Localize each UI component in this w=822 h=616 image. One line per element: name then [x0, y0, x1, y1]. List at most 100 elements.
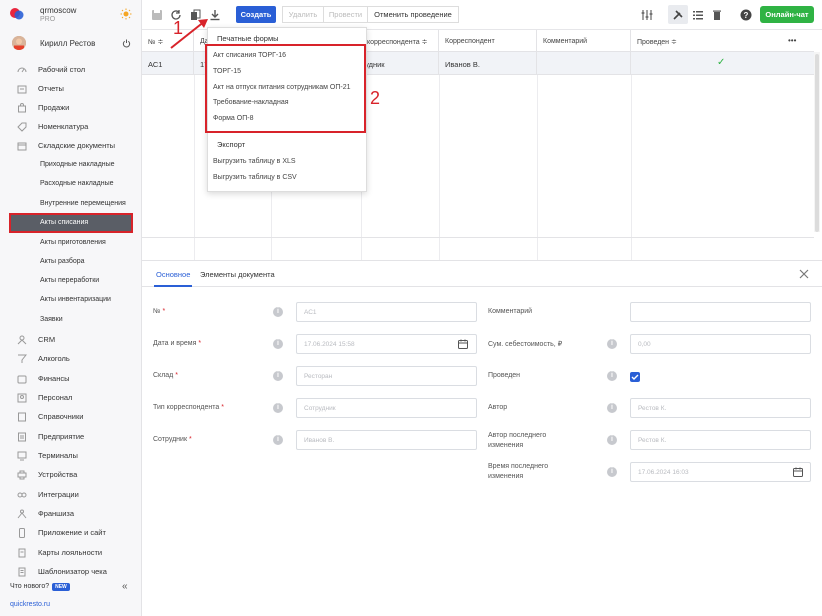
sidebar-subitem-receipts[interactable]: Приходные накладные [0, 157, 142, 175]
document-detail-panel: Основное Элементы документа № * i АС1 Да… [142, 260, 822, 616]
save-icon[interactable] [151, 9, 163, 21]
sidebar-item-nomenclature[interactable]: Номенклатура [0, 118, 142, 136]
field-last-modified-input[interactable]: 17.06.2024 16:03 [630, 462, 811, 482]
field-author-input[interactable]: Рестов К. [630, 398, 811, 418]
sidebar-subitem-label: Акты разбора [40, 258, 85, 265]
online-chat-button[interactable]: Онлайн-чат [760, 6, 814, 23]
sidebar-subitem-label: Акты списания [40, 219, 89, 226]
sun-icon[interactable] [120, 8, 132, 20]
sidebar-item-enterprise[interactable]: Предприятие [0, 428, 142, 446]
export-csv[interactable]: Выгрузить таблицу в CSV [213, 174, 297, 181]
required-marker: * [188, 436, 192, 443]
calendar-icon[interactable] [793, 467, 803, 477]
annotation-number-2: 2 [370, 88, 381, 108]
user-profile[interactable]: Кирилл Рестов [0, 35, 142, 53]
post-button[interactable]: Провести [323, 6, 368, 23]
sidebar-item-loyalty[interactable]: Карты лояльности [0, 544, 142, 562]
info-icon[interactable]: i [273, 403, 283, 413]
active-tab-indicator [154, 285, 192, 287]
column-settings-icon[interactable] [641, 9, 653, 21]
sidebar-subitem-label: Акты переработки [40, 277, 100, 284]
more-options-icon[interactable]: ••• [788, 36, 796, 45]
new-badge: NEW [52, 583, 70, 591]
sidebar-item-references[interactable]: Справочники [0, 408, 142, 426]
info-icon[interactable]: i [607, 371, 617, 381]
info-icon[interactable]: i [607, 467, 617, 477]
export-xls[interactable]: Выгрузить таблицу в XLS [213, 158, 296, 165]
required-marker: * [162, 308, 166, 315]
sidebar-item-warehouse-docs[interactable]: Складские документы [0, 137, 142, 155]
sidebar-item-crm[interactable]: CRM [0, 331, 142, 349]
calendar-icon[interactable] [458, 339, 468, 349]
sidebar-subitem-requests[interactable]: Заявки [0, 312, 142, 330]
power-icon[interactable] [122, 39, 131, 48]
sidebar-item-app-site[interactable]: Приложение и сайт [0, 524, 142, 542]
tab-document-items[interactable]: Элементы документа [200, 270, 275, 279]
help-icon[interactable]: ? [740, 9, 752, 21]
sidebar-item-receipt-template[interactable]: Шаблонизатор чека [0, 563, 142, 581]
close-icon[interactable] [798, 268, 810, 280]
org-name[interactable]: qrmoscow [40, 6, 76, 15]
sidebar-subitem-inventory[interactable]: Акты инвентаризации [0, 292, 142, 310]
field-comment-input[interactable] [630, 302, 811, 322]
sidebar-item-alcohol[interactable]: Алкоголь [0, 350, 142, 368]
sidebar-item-dashboard[interactable]: Рабочий стол [0, 61, 142, 79]
sidebar-item-staff[interactable]: Персонал [0, 389, 142, 407]
sidebar-item-devices[interactable]: Устройства [0, 466, 142, 484]
report-icon [17, 85, 27, 94]
collapse-sidebar-button[interactable]: « [122, 581, 128, 592]
sidebar-item-label: Справочники [38, 412, 84, 421]
column-header-comment[interactable]: Комментарий [537, 30, 631, 52]
column-header-posted[interactable]: Проведен ≑ [631, 30, 814, 52]
sidebar-subitem-cooking[interactable]: Акты приготовления [0, 235, 142, 253]
crm-icon [17, 335, 27, 345]
column-header-correspondent-type[interactable]: корреспондента ≑ [361, 30, 439, 52]
sidebar-item-reports[interactable]: Отчеты [0, 80, 142, 98]
sidebar-item-label: Рабочий стол [38, 65, 86, 74]
tag-icon [17, 122, 27, 132]
field-datetime-input[interactable]: 17.06.2024 15:58 [296, 334, 477, 354]
tab-main[interactable]: Основное [156, 270, 190, 279]
info-icon[interactable]: i [273, 435, 283, 445]
info-icon[interactable]: i [273, 339, 283, 349]
sidebar-item-label: Продажи [38, 103, 70, 112]
cell-number: АС1 [142, 52, 194, 75]
sidebar-item-terminals[interactable]: Терминалы [0, 447, 142, 465]
trash-icon[interactable] [711, 9, 723, 21]
posted-checkbox[interactable] [630, 372, 640, 382]
field-number-input[interactable]: АС1 [296, 302, 477, 322]
sidebar-item-franchise[interactable]: Франшиза [0, 505, 142, 523]
column-header-correspondent[interactable]: Корреспондент [439, 30, 537, 52]
field-warehouse-input[interactable]: Ресторан [296, 366, 477, 386]
sidebar-subitem-transfers[interactable]: Внутренние перемещения [0, 196, 142, 214]
unpost-button[interactable]: Отменить проведение [367, 6, 459, 23]
list-view-icon[interactable] [692, 9, 704, 21]
field-cost-input[interactable]: 0,00 [630, 334, 811, 354]
sidebar-subitem-expenses[interactable]: Расходные накладные [0, 176, 142, 194]
field-last-author-input[interactable]: Рестов К. [630, 430, 811, 450]
sidebar-item-finance[interactable]: Финансы [0, 370, 142, 388]
delete-button[interactable]: Удалить [282, 6, 324, 23]
box-icon [17, 142, 27, 151]
sidebar-subitem-disassembly[interactable]: Акты разбора [0, 254, 142, 272]
scrollbar-thumb[interactable] [815, 54, 819, 232]
sidebar-item-sales[interactable]: Продажи [0, 99, 142, 117]
info-icon[interactable]: i [273, 371, 283, 381]
info-icon[interactable]: i [607, 403, 617, 413]
field-correspondent-type-input[interactable]: Сотрудник [296, 398, 477, 418]
sidebar-item-integrations[interactable]: Интеграции [0, 486, 142, 504]
info-icon[interactable]: i [607, 339, 617, 349]
create-button[interactable]: Создать [236, 6, 276, 23]
field-last-author-label: Автор последнего изменения [488, 432, 547, 449]
info-icon[interactable]: i [273, 307, 283, 317]
whats-new-link[interactable]: Что нового? NEW [10, 583, 70, 591]
field-employee-input[interactable]: Иванов В. [296, 430, 477, 450]
tools-icon[interactable] [672, 9, 684, 21]
info-icon[interactable]: i [607, 435, 617, 445]
site-link[interactable]: quickresto.ru [10, 601, 50, 608]
link-icon [17, 492, 27, 498]
sidebar-subitem-processing[interactable]: Акты переработки [0, 273, 142, 291]
column-divider [439, 75, 440, 260]
sidebar-subitem-write-offs[interactable]: Акты списания [9, 213, 133, 233]
sidebar-subitem-label: Акты инвентаризации [40, 296, 111, 303]
